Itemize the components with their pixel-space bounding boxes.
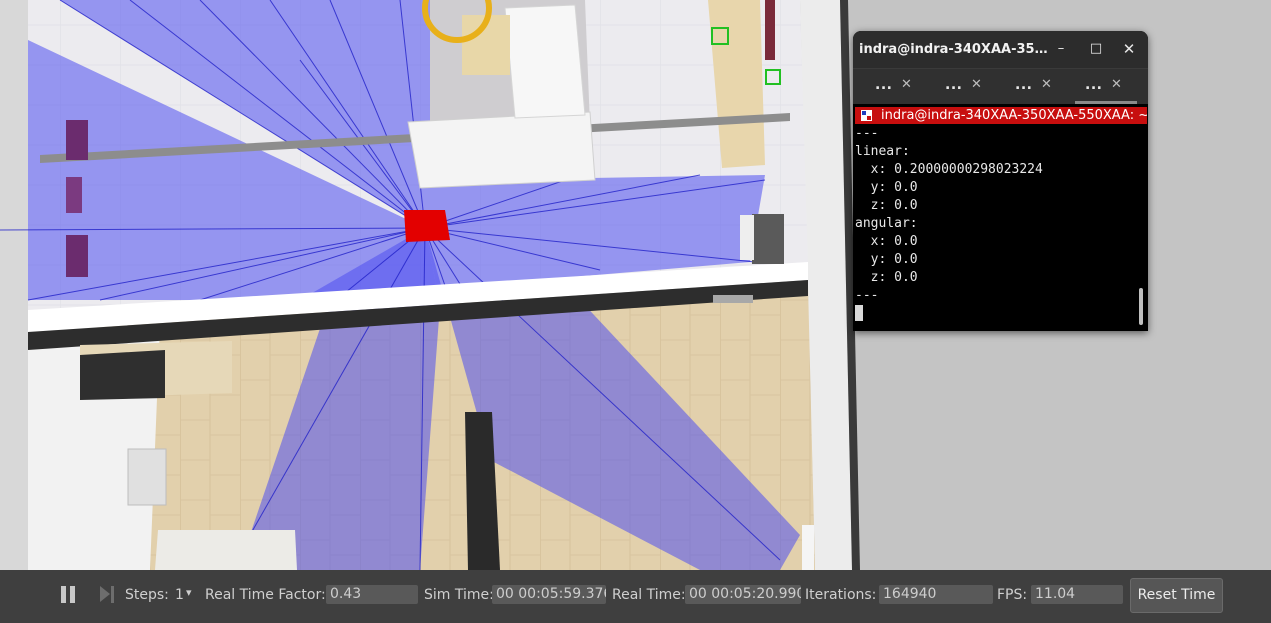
close-icon[interactable]: ✕ xyxy=(1119,39,1139,59)
terminal-line: z: 0.0 xyxy=(855,270,918,285)
vent xyxy=(713,295,753,303)
sim-time-label: Sim Time: xyxy=(424,587,494,603)
robot[interactable] xyxy=(404,210,450,242)
real-time-label: Real Time: xyxy=(612,587,686,603)
terminal-title: indra@indra-340XAA-35… xyxy=(859,42,1048,57)
terminal-line: --- xyxy=(855,126,879,141)
side-table xyxy=(127,448,167,506)
terminal-tab-4-active[interactable]: ... ✕ xyxy=(1065,69,1137,104)
sim-time-field: 00 00:05:59.376 xyxy=(492,585,606,604)
terminal-line: z: 0.0 xyxy=(855,198,918,213)
real-time-factor-field: 0.43 xyxy=(326,585,418,604)
tab-label: ... xyxy=(1015,77,1033,93)
iterations-label: Iterations: xyxy=(805,587,877,603)
steps-dropdown-icon[interactable]: ▾ xyxy=(186,586,192,599)
pause-icon[interactable] xyxy=(61,586,75,603)
terminal-line: linear: xyxy=(855,144,910,159)
tab-close-icon[interactable]: ✕ xyxy=(1041,77,1052,92)
speaker-front xyxy=(740,215,754,260)
door-handle xyxy=(802,525,814,570)
terminal-line: y: 0.0 xyxy=(855,252,918,267)
steps-value[interactable]: 1 xyxy=(175,587,184,603)
real-time-field: 00 00:05:20.990 xyxy=(685,585,801,604)
tab-label: ... xyxy=(945,77,963,93)
chair-3 xyxy=(66,235,88,277)
cabinet-front xyxy=(80,350,165,400)
terminal-pane-title: indra@indra-340XAA-350XAA-550XAA: ~ xyxy=(881,108,1147,123)
terminal-tab-1[interactable]: ... ✕ xyxy=(855,69,925,104)
left-outer-wall xyxy=(0,0,30,570)
steps-label: Steps: xyxy=(125,587,169,603)
fps-field: 11.04 xyxy=(1031,585,1123,604)
fps-label: FPS: xyxy=(997,587,1028,603)
chair-2 xyxy=(66,177,82,213)
tab-close-icon[interactable]: ✕ xyxy=(1111,77,1122,92)
terminal-line: --- xyxy=(855,288,879,303)
terminal-pane-header[interactable]: indra@indra-340XAA-350XAA-550XAA: ~ xyxy=(855,107,1147,124)
chair-1 xyxy=(66,120,88,160)
terminal-titlebar[interactable]: indra@indra-340XAA-35… – □ ✕ xyxy=(853,31,1148,68)
real-time-factor-label: Real Time Factor: xyxy=(205,587,326,603)
terminal-line: x: 0.20000000298023224 xyxy=(855,162,1043,177)
terminal-line: angular: xyxy=(855,216,918,231)
terminal-line: x: 0.0 xyxy=(855,234,918,249)
tv xyxy=(765,0,775,60)
minimize-icon[interactable]: – xyxy=(1051,39,1071,59)
speaker xyxy=(752,214,784,264)
sofa-back xyxy=(504,4,586,119)
step-forward-icon[interactable] xyxy=(100,586,116,603)
maximize-icon[interactable]: □ xyxy=(1086,39,1106,59)
iterations-field: 164940 xyxy=(879,585,993,604)
tab-close-icon[interactable]: ✕ xyxy=(971,77,982,92)
terminal-tab-3[interactable]: ... ✕ xyxy=(995,69,1065,104)
tab-label: ... xyxy=(1085,77,1103,93)
sofa xyxy=(407,111,596,189)
terminal-scrollbar[interactable] xyxy=(1139,288,1143,325)
terminal-output[interactable]: --- linear: x: 0.20000000298023224 y: 0.0… xyxy=(855,125,1135,324)
simulation-toolbar: Steps: 1 ▾ Real Time Factor: 0.43 Sim Ti… xyxy=(0,570,1271,623)
terminal-tab-2[interactable]: ... ✕ xyxy=(925,69,995,104)
reset-time-button[interactable]: Reset Time xyxy=(1130,578,1223,613)
terminal-line: y: 0.0 xyxy=(855,180,918,195)
terminal-cursor xyxy=(855,305,863,321)
lower-sofa xyxy=(155,530,297,570)
terminal-pane-icon xyxy=(861,110,872,121)
terminal-tab-bar: ... ✕ ... ✕ ... ✕ ... ✕ xyxy=(853,68,1148,104)
terminal-window[interactable]: indra@indra-340XAA-35… – □ ✕ ... ✕ ... ✕… xyxy=(853,31,1148,331)
tab-label: ... xyxy=(875,77,893,93)
tab-close-icon[interactable]: ✕ xyxy=(901,77,912,92)
